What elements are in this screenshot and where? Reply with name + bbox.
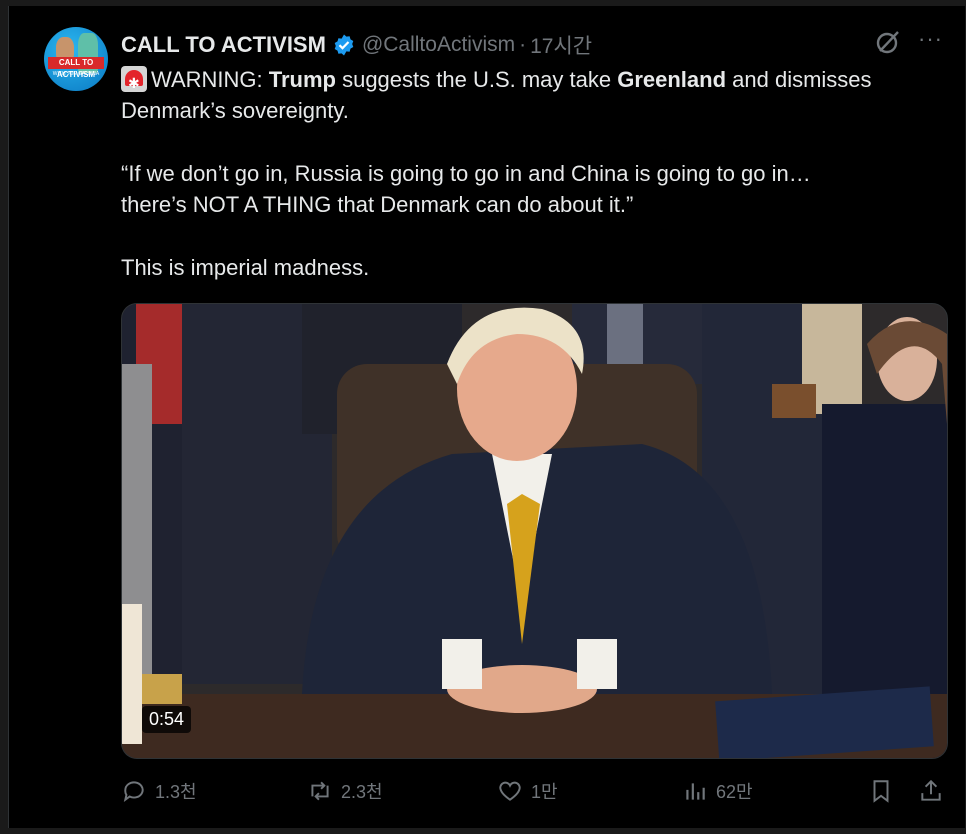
post-text: WARNING: Trump suggests the U.S. may tak… (121, 64, 951, 283)
repost-count: 2.3천 (341, 782, 383, 802)
avatar-logo-subtext: WITH JOE GALLINA (52, 71, 100, 77)
avatar[interactable]: CALL TO ACTIVISM WITH JOE GALLINA (44, 27, 108, 91)
reply-count: 1.3천 (155, 782, 197, 802)
author-handle[interactable]: @CalltoActivism (362, 33, 515, 57)
separator-dot: · (519, 33, 527, 56)
share-icon (921, 779, 941, 801)
bookmark-button[interactable] (868, 778, 902, 804)
verified-badge-icon (334, 34, 354, 56)
video-duration: 0:54 (142, 706, 192, 733)
bold-greenland: Greenland (617, 67, 727, 92)
post-header: CALL TO ACTIVISM @CalltoActivism · 17시간 (121, 30, 592, 60)
quote-line-1: “If we don’t go in, Russia is going to g… (121, 161, 811, 186)
post-line-2: Denmark’s sovereignty. (121, 98, 349, 123)
author-name[interactable]: CALL TO ACTIVISM (121, 32, 326, 58)
more-icon[interactable]: ··· (918, 28, 944, 52)
video-thumbnail[interactable] (121, 303, 948, 759)
views-button[interactable]: 62만 (682, 778, 753, 804)
views-icon (686, 783, 705, 800)
reply-button[interactable]: 1.3천 (121, 778, 197, 804)
alert-siren-icon (121, 66, 147, 99)
closing-line: This is imperial madness. (121, 255, 370, 280)
action-bar: 1.3천 2.3천 1만 62만 (121, 778, 951, 810)
like-button[interactable]: 1만 (497, 778, 558, 804)
avatar-logo-text: CALL TO ACTIVISM (48, 57, 104, 79)
quote-line-2: there’s NOT A THING that Denmark can do … (121, 192, 634, 217)
post-line-1: WARNING: Trump suggests the U.S. may tak… (121, 64, 951, 99)
grok-icon[interactable] (874, 28, 902, 56)
post-timestamp[interactable]: 17시간 (530, 30, 592, 60)
repost-icon (311, 781, 329, 801)
reply-icon (123, 781, 144, 802)
views-count: 62만 (716, 782, 753, 802)
like-icon (499, 781, 521, 801)
repost-button[interactable]: 2.3천 (307, 778, 383, 804)
like-count: 1만 (531, 782, 558, 802)
bookmark-icon (873, 780, 889, 803)
bold-trump: Trump (268, 67, 336, 92)
share-button[interactable] (918, 778, 952, 804)
